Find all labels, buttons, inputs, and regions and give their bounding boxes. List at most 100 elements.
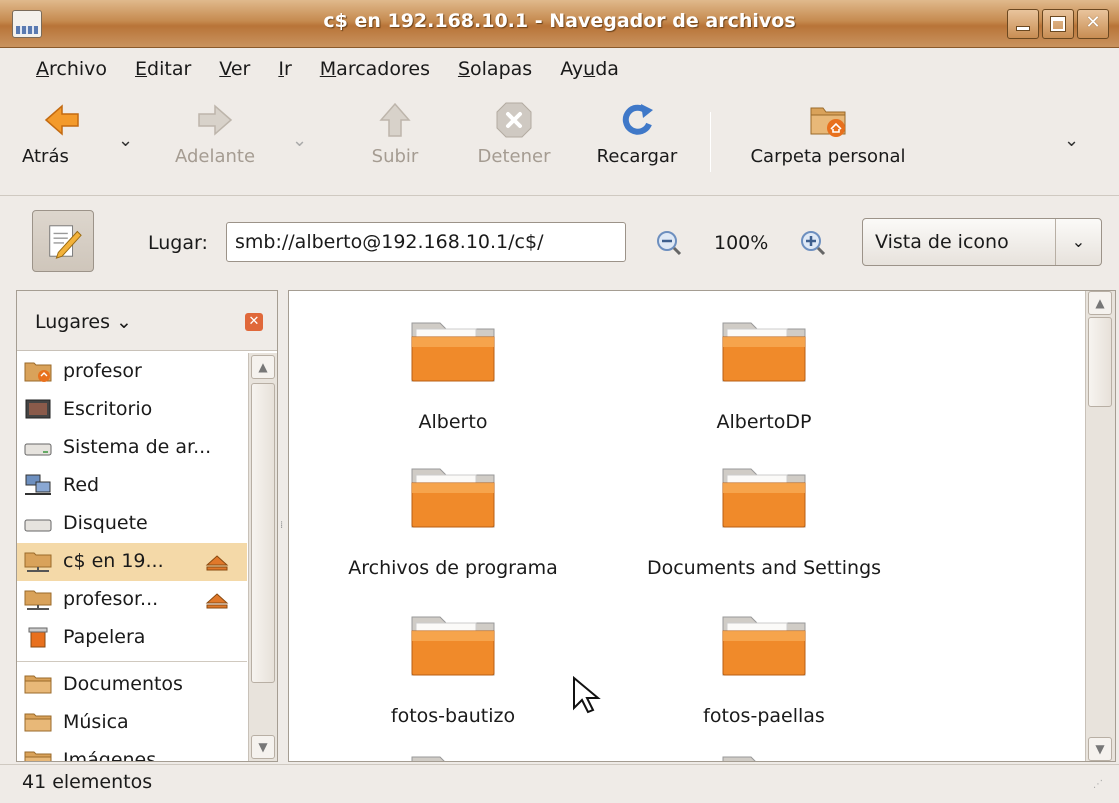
- forward-history-chevron-icon[interactable]: ⌄: [292, 130, 307, 151]
- network-share-icon: [24, 590, 52, 610]
- up-arrow-icon: [379, 102, 411, 137]
- home-folder-icon: [810, 107, 846, 137]
- sidebar-item-profesor-share[interactable]: profesor...: [17, 581, 247, 619]
- reload-icon: [622, 104, 653, 135]
- menu-editar[interactable]: Editar: [121, 58, 205, 80]
- folder-icon: [411, 756, 445, 761]
- folder-item[interactable]: [614, 753, 914, 761]
- minimize-button[interactable]: [1007, 9, 1039, 39]
- folder-item[interactable]: [303, 753, 603, 761]
- sidebar-header: Lugares ⌄ ✕: [17, 291, 277, 351]
- menu-marcadores[interactable]: Marcadores: [306, 58, 444, 80]
- sidebar-item-documentos[interactable]: Documentos: [17, 666, 247, 704]
- back-arrow-icon: [44, 104, 79, 136]
- edit-pencil-icon: [49, 225, 82, 259]
- up-button[interactable]: Subir: [350, 100, 440, 167]
- main-scroll-thumb[interactable]: [1088, 317, 1112, 407]
- sidebar-item-imagenes[interactable]: Imágenes: [17, 742, 247, 761]
- folder-icon: [411, 322, 495, 382]
- sidebar-list: profesor Escritorio Sistema de ar... Red…: [17, 353, 247, 761]
- folder-icon: [24, 675, 52, 694]
- folder-icon: [722, 756, 756, 761]
- back-button[interactable]: Atrás: [22, 100, 102, 167]
- forward-arrow-icon: [198, 104, 233, 136]
- status-bar: 41 elementos ⋰: [0, 764, 1119, 803]
- sidebar-item-escritorio[interactable]: Escritorio: [17, 391, 247, 429]
- network-icon: [25, 474, 51, 495]
- item-count: 41 elementos: [22, 771, 153, 793]
- zoom-out-icon[interactable]: [656, 230, 682, 256]
- folder-item[interactable]: AlbertoDP: [614, 319, 914, 433]
- folder-icon: [722, 616, 806, 676]
- sidebar-item-c-share[interactable]: c$ en 19...: [17, 543, 247, 581]
- filesystem-icon: [24, 443, 52, 456]
- stop-icon: [496, 102, 532, 138]
- folder-item[interactable]: fotos-paellas: [614, 613, 914, 727]
- scroll-down-icon[interactable]: ▼: [251, 735, 275, 759]
- view-mode-select[interactable]: Vista de icono ⌄: [862, 218, 1102, 266]
- folder-icon: [411, 616, 495, 676]
- sidebar-item-musica[interactable]: Música: [17, 704, 247, 742]
- sidebar-item-red[interactable]: Red: [17, 467, 247, 505]
- folder-icon: [411, 468, 495, 528]
- folder-icon: [24, 713, 52, 732]
- sidebar-separator: [17, 661, 247, 662]
- sidebar-type-selector[interactable]: Lugares ⌄: [35, 311, 132, 333]
- window-resize-grip-icon[interactable]: ⋰: [1093, 779, 1113, 799]
- window-title: c$ en 192.168.10.1 - Navegador de archiv…: [323, 10, 796, 32]
- file-icon-view: Alberto AlbertoDP Archivos de programa D…: [288, 290, 1116, 762]
- scroll-down-icon[interactable]: ▼: [1088, 737, 1112, 761]
- close-button[interactable]: [1077, 9, 1109, 39]
- network-share-icon: [24, 552, 52, 572]
- location-label: Lugar:: [148, 232, 208, 254]
- zoom-in-icon[interactable]: [800, 230, 826, 256]
- menu-solapas[interactable]: Solapas: [444, 58, 546, 80]
- sidebar-close-icon[interactable]: ✕: [245, 313, 263, 331]
- folder-icon: [24, 751, 52, 761]
- reload-button[interactable]: Recargar: [584, 100, 690, 167]
- location-input[interactable]: [226, 222, 626, 262]
- toolbar: Atrás ⌄ Adelante ⌄ Subir Detener Recarga…: [0, 92, 1119, 196]
- folder-item[interactable]: Documents and Settings: [614, 465, 914, 579]
- sidebar-item-papelera[interactable]: Papelera: [17, 619, 247, 657]
- floppy-icon: [24, 519, 52, 532]
- zoom-level: 100%: [714, 232, 769, 254]
- home-folder-icon: [24, 362, 52, 382]
- title-bar: c$ en 192.168.10.1 - Navegador de archiv…: [0, 0, 1119, 48]
- toolbar-overflow-chevron-icon[interactable]: ⌄: [1064, 130, 1079, 151]
- folder-icon: [722, 322, 806, 382]
- sidebar-item-disquete[interactable]: Disquete: [17, 505, 247, 543]
- menu-bar: Archivo Editar Ver Ir Marcadores Solapas…: [0, 48, 1119, 90]
- menu-ayuda[interactable]: Ayuda: [546, 58, 633, 80]
- back-history-chevron-icon[interactable]: ⌄: [118, 130, 133, 151]
- stop-button[interactable]: Detener: [462, 100, 566, 167]
- toolbar-separator: [710, 112, 711, 172]
- pane-resize-grip[interactable]: ⁞: [280, 520, 286, 540]
- mouse-pointer-icon: [573, 676, 601, 714]
- trash-icon: [28, 627, 48, 648]
- sidebar-item-profesor[interactable]: profesor: [17, 353, 247, 391]
- folder-item[interactable]: Archivos de programa: [303, 465, 603, 579]
- desktop-icon: [25, 399, 51, 419]
- maximize-button[interactable]: [1042, 9, 1074, 39]
- folder-icon: [722, 468, 806, 528]
- main-scrollbar[interactable]: ▲ ▼: [1085, 291, 1115, 761]
- scroll-up-icon[interactable]: ▲: [1088, 291, 1112, 315]
- menu-ver[interactable]: Ver: [205, 58, 264, 80]
- places-sidebar: Lugares ⌄ ✕ profesor Escritorio Sistema …: [16, 290, 278, 762]
- chevron-down-icon: ⌄: [1055, 219, 1101, 265]
- eject-icon[interactable]: [205, 555, 229, 571]
- location-bar: Lugar: 100% Vista de icono ⌄: [0, 198, 1119, 288]
- scroll-up-icon[interactable]: ▲: [251, 355, 275, 379]
- folder-item[interactable]: fotos-bautizo: [303, 613, 603, 727]
- sidebar-scrollbar[interactable]: ▲ ▼: [248, 353, 277, 761]
- sidebar-scroll-thumb[interactable]: [251, 383, 275, 683]
- home-folder-button[interactable]: Carpeta personal: [728, 100, 928, 167]
- menu-archivo[interactable]: Archivo: [22, 58, 121, 80]
- eject-icon[interactable]: [205, 593, 229, 609]
- folder-item[interactable]: Alberto: [303, 319, 603, 433]
- menu-ir[interactable]: Ir: [264, 58, 305, 80]
- sidebar-item-sistema-de-archivos[interactable]: Sistema de ar...: [17, 429, 247, 467]
- forward-button[interactable]: Adelante: [160, 100, 270, 167]
- edit-location-toggle-button[interactable]: [32, 210, 94, 272]
